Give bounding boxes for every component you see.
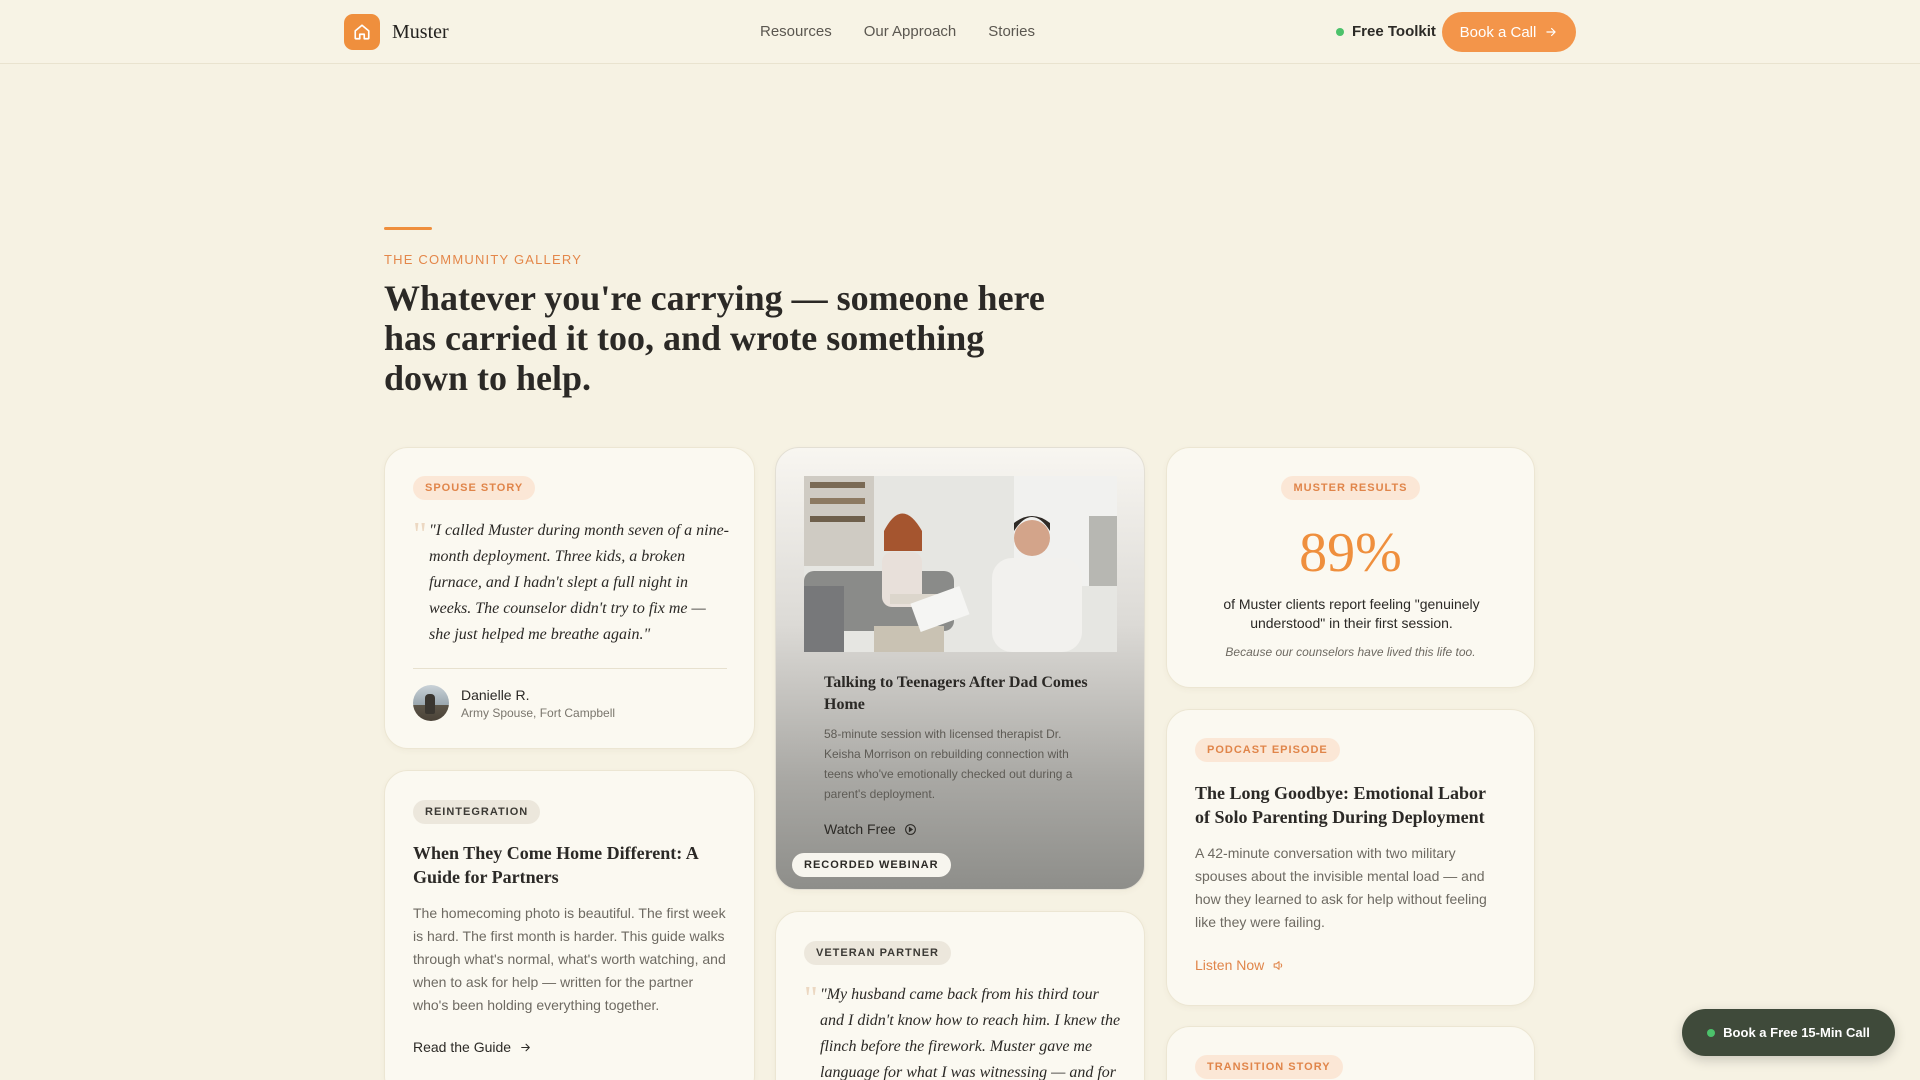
reintegration-card[interactable]: REINTEGRATION When They Come Home Differ… xyxy=(384,770,755,1080)
results-note: Because our counselors have lived this l… xyxy=(1225,645,1476,659)
arrow-right-icon xyxy=(521,1043,530,1051)
main-nav: Resources Our Approach Stories xyxy=(760,23,1035,40)
reintegration-tag: REINTEGRATION xyxy=(413,800,541,824)
author-meta: Army Spouse, Fort Campbell xyxy=(461,706,616,720)
play-circle-icon xyxy=(904,823,916,835)
brand-logo[interactable]: Muster xyxy=(344,14,449,50)
veteran-partner-tag: VETERAN PARTNER xyxy=(804,941,951,965)
floating-book-call-button[interactable]: Book a Free 15-Min Call xyxy=(1682,1009,1895,1056)
section-eyebrow: THE COMMUNITY GALLERY xyxy=(384,252,583,267)
status-dot-icon xyxy=(1336,27,1344,36)
quote-mark-icon: " xyxy=(804,980,818,1017)
home-icon xyxy=(344,14,380,50)
results-tag: MUSTER RESULTS xyxy=(1281,476,1420,500)
veteran-partner-card: VETERAN PARTNER " "My husband came back … xyxy=(775,911,1145,1080)
site-header: Muster Resources Our Approach Stories Fr… xyxy=(0,0,1920,64)
book-call-button[interactable]: Book a Call xyxy=(1442,12,1576,52)
recorded-webinar-label: RECORDED WEBINAR xyxy=(804,859,939,871)
free-toolkit-link[interactable]: Free Toolkit xyxy=(1336,23,1436,40)
podcast-body: A 42-minute conversation with two milita… xyxy=(1195,845,1487,930)
free-toolkit-label: Free Toolkit xyxy=(1352,23,1436,40)
quote-mark-icon: " xyxy=(413,516,427,553)
listen-now-link[interactable]: Listen Now xyxy=(1195,957,1285,973)
read-guide-link[interactable]: Read the Guide xyxy=(413,1039,532,1055)
brand-name: Muster xyxy=(392,20,449,43)
floating-cta-label: Book a Free 15-Min Call xyxy=(1723,1025,1870,1040)
spouse-story-tag: SPOUSE STORY xyxy=(413,476,536,500)
podcast-tag: PODCAST EPISODE xyxy=(1195,738,1340,762)
nav-item-our-approach[interactable]: Our Approach xyxy=(864,23,957,40)
webinar-title: Talking to Teenagers After Dad Comes Hom… xyxy=(824,674,1088,713)
speaker-icon xyxy=(1273,960,1283,970)
read-guide-label: Read the Guide xyxy=(413,1039,512,1055)
nav-item-stories[interactable]: Stories xyxy=(988,23,1035,40)
status-dot-icon xyxy=(1707,1028,1716,1037)
webinar-thumbnail[interactable] xyxy=(804,476,1117,652)
listen-now-label: Listen Now xyxy=(1195,957,1265,973)
avatar xyxy=(413,685,449,721)
transition-story-tag: TRANSITION STORY xyxy=(1195,1055,1343,1079)
results-card: MUSTER RESULTS 89% of Muster clients rep… xyxy=(1166,447,1535,688)
recorded-webinar-badge: RECORDED WEBINAR xyxy=(792,853,951,877)
arrow-right-icon xyxy=(1546,27,1557,37)
author-name: Danielle R. xyxy=(461,687,530,703)
spouse-quote: "I called Muster during month seven of a… xyxy=(429,522,729,643)
results-description: of Muster clients report feeling "genuin… xyxy=(1223,596,1480,631)
results-stat: 89% xyxy=(1299,522,1402,584)
transition-story-card: TRANSITION STORY xyxy=(1166,1026,1535,1080)
webinar-body: 58-minute session with licensed therapis… xyxy=(824,727,1073,801)
watch-free-link[interactable]: Watch Free xyxy=(824,821,917,837)
page-title: Whatever you're carrying — someone here … xyxy=(384,278,1045,398)
accent-divider xyxy=(384,227,432,230)
nav-item-resources[interactable]: Resources xyxy=(760,23,832,40)
book-call-label: Book a Call xyxy=(1459,23,1537,41)
spouse-story-card: SPOUSE STORY " "I called Muster during m… xyxy=(384,447,755,749)
podcast-title: The Long Goodbye: Emotional Labor of Sol… xyxy=(1195,783,1486,827)
reintegration-body: The homecoming photo is beautiful. The f… xyxy=(413,905,726,1013)
reintegration-title: When They Come Home Different: A Guide f… xyxy=(413,843,698,887)
veteran-quote: "My husband came back from his third tou… xyxy=(820,986,1121,1080)
podcast-card[interactable]: PODCAST EPISODE The Long Goodbye: Emotio… xyxy=(1166,709,1535,1006)
quote-divider xyxy=(413,668,727,669)
watch-free-label: Watch Free xyxy=(824,821,896,837)
webinar-card[interactable]: Talking to Teenagers After Dad Comes Hom… xyxy=(775,447,1145,890)
